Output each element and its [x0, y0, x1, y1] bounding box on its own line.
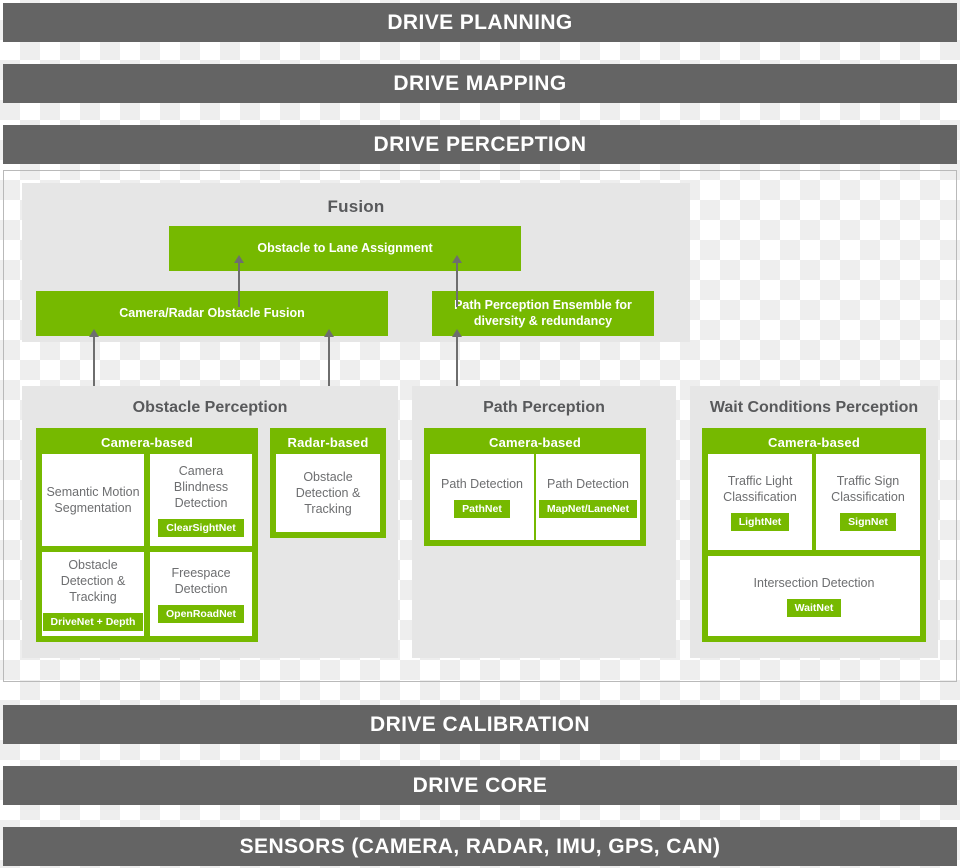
- leaf-path-detection-pathnet: Path Detection PathNet: [430, 454, 534, 540]
- subgroup-obstacle-camera-based: Camera-based Semantic Motion Segmentatio…: [36, 428, 258, 642]
- fusion-box-label: Camera/Radar Obstacle Fusion: [119, 305, 305, 320]
- leaf-obstacle-detection-tracking-camera: Obstacle Detection & Tracking DriveNet +…: [42, 552, 144, 636]
- group-wait-conditions-perception: Wait Conditions Perception Camera-based …: [690, 386, 938, 658]
- fusion-panel: Fusion Obstacle to Lane Assignment Camer…: [22, 183, 690, 342]
- leaf-tag-pathnet: PathNet: [454, 500, 510, 518]
- leaf-freespace-detection: Freespace Detection OpenRoadNet: [150, 552, 252, 636]
- leaf-label: Path Detection: [441, 477, 523, 491]
- stack-bar-drive-perception: DRIVE PERCEPTION: [3, 125, 957, 164]
- stack-bar-label: DRIVE PLANNING: [387, 10, 573, 34]
- stack-bar-sensors: SENSORS (CAMERA, RADAR, IMU, GPS, CAN): [3, 827, 957, 866]
- drive-stack-diagram: DRIVE PLANNING DRIVE MAPPING DRIVE PERCE…: [0, 0, 960, 868]
- arrow-camera-radar-fusion-to-obstacle-to-lane: [234, 255, 244, 307]
- fusion-title: Fusion: [327, 197, 385, 216]
- subgroup-wait-camera-based: Camera-based Traffic Light Classificatio…: [702, 428, 926, 642]
- leaf-label: Obstacle Detection & Tracking: [295, 470, 361, 516]
- subgroup-obstacle-radar-based: Radar-based Obstacle Detection & Trackin…: [270, 428, 386, 538]
- stack-bar-label: DRIVE PERCEPTION: [373, 132, 587, 156]
- fusion-box-label: Obstacle to Lane Assignment: [257, 240, 433, 255]
- leaf-tag-drivenet-depth: DriveNet + Depth: [42, 613, 144, 631]
- leaf-label: Freespace Detection: [171, 566, 231, 596]
- fusion-box-label: Path Perception Ensemble for diversity &…: [454, 297, 632, 328]
- leaf-tag-waitnet: WaitNet: [786, 599, 842, 617]
- fusion-box-path-perception-ensemble: Path Perception Ensemble for diversity &…: [432, 291, 654, 336]
- leaf-tag-signnet: SignNet: [840, 513, 896, 531]
- stack-bar-drive-planning: DRIVE PLANNING: [3, 3, 957, 42]
- leaf-label: Semantic Motion Segmentation: [46, 485, 140, 515]
- stack-bar-label: DRIVE CORE: [412, 773, 548, 797]
- subgroup-title: Camera-based: [101, 435, 193, 450]
- leaf-intersection-detection: Intersection Detection WaitNet: [708, 556, 920, 636]
- leaf-camera-blindness-detection: Camera Blindness Detection ClearSightNet: [150, 454, 252, 546]
- arrow-path-ensemble-to-obstacle-to-lane: [452, 255, 462, 307]
- stack-bar-label: DRIVE CALIBRATION: [370, 712, 590, 736]
- subgroup-title: Camera-based: [768, 435, 860, 450]
- leaf-tag-lightnet: LightNet: [730, 513, 790, 531]
- leaf-tag-openroadnet: OpenRoadNet: [157, 605, 244, 623]
- leaf-path-detection-mapnet-lanenet: Path Detection MapNet/LaneNet: [536, 454, 640, 540]
- leaf-obstacle-detection-tracking-radar: Obstacle Detection & Tracking: [276, 454, 380, 532]
- leaf-semantic-motion-segmentation: Semantic Motion Segmentation: [42, 454, 144, 546]
- subgroup-title: Camera-based: [489, 435, 581, 450]
- fusion-box-obstacle-to-lane-assignment: Obstacle to Lane Assignment: [169, 226, 521, 271]
- leaf-traffic-sign-classification: Traffic Sign Classification SignNet: [816, 454, 920, 550]
- leaf-label: Intersection Detection: [753, 576, 875, 590]
- leaf-traffic-light-classification: Traffic Light Classification LightNet: [708, 454, 812, 550]
- subgroup-title: Radar-based: [287, 435, 369, 450]
- leaf-label: Camera Blindness Detection: [173, 464, 229, 510]
- leaf-label: Traffic Light Classification: [723, 474, 797, 504]
- leaf-tag-clearsightnet: ClearSightNet: [158, 519, 244, 537]
- group-title: Wait Conditions Perception: [709, 399, 919, 416]
- group-path-perception: Path Perception Camera-based Path Detect…: [412, 386, 676, 658]
- stack-bar-label: SENSORS (CAMERA, RADAR, IMU, GPS, CAN): [239, 834, 721, 858]
- stack-bar-label: DRIVE MAPPING: [393, 71, 567, 95]
- leaf-label: Obstacle Detection & Tracking: [60, 558, 126, 604]
- leaf-label: Path Detection: [547, 477, 629, 491]
- group-title: Obstacle Perception: [132, 399, 288, 416]
- leaf-tag-mapnet-lanenet: MapNet/LaneNet: [538, 500, 638, 518]
- stack-bar-drive-calibration: DRIVE CALIBRATION: [3, 705, 957, 744]
- group-title: Path Perception: [483, 399, 605, 416]
- stack-bar-drive-core: DRIVE CORE: [3, 766, 957, 805]
- group-obstacle-perception: Obstacle Perception Camera-based Semanti…: [22, 386, 398, 658]
- subgroup-path-camera-based: Camera-based Path Detection PathNet Path…: [424, 428, 646, 546]
- stack-bar-drive-mapping: DRIVE MAPPING: [3, 64, 957, 103]
- leaf-label: Traffic Sign Classification: [831, 474, 905, 504]
